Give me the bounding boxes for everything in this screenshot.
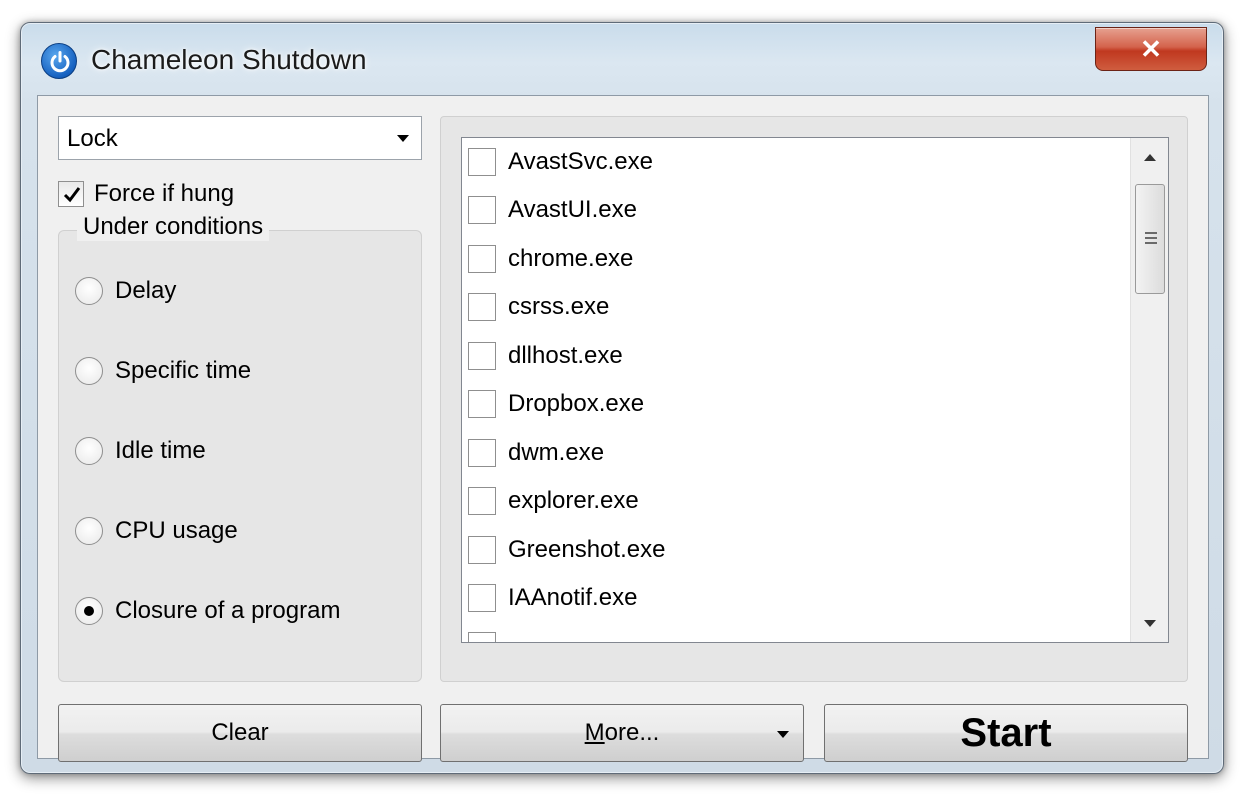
start-button[interactable]: Start bbox=[824, 704, 1188, 762]
more-mnemonic: M bbox=[584, 719, 605, 746]
conditions-group-legend: Under conditions bbox=[77, 213, 270, 241]
list-item[interactable]: chrome.exe bbox=[468, 239, 633, 279]
radio-button[interactable] bbox=[75, 277, 103, 305]
radio-label: Idle time bbox=[115, 437, 206, 464]
radio-cpu-usage[interactable]: CPU usage bbox=[75, 513, 238, 549]
list-item-label: Dropbox.exe bbox=[508, 390, 645, 417]
list-item-checkbox[interactable] bbox=[468, 148, 496, 176]
list-item[interactable]: AvastUI.exe bbox=[468, 190, 637, 230]
radio-button[interactable] bbox=[75, 437, 103, 465]
client-area: Lock Force if hung Under conditions Dela… bbox=[37, 95, 1209, 762]
list-item[interactable]: csrss.exe bbox=[468, 287, 609, 327]
app-window: Chameleon Shutdown ✕ Lock Force if hung … bbox=[20, 22, 1224, 774]
more-button-label: More... bbox=[585, 719, 660, 747]
force-if-hung-checkbox[interactable]: Force if hung bbox=[58, 176, 234, 212]
conditions-group: Under conditions Delay Specific time Idl… bbox=[58, 213, 422, 682]
list-item-label: AvastSvc.exe bbox=[508, 148, 653, 175]
list-item[interactable]: Dropbox.exe bbox=[468, 384, 644, 424]
process-list[interactable]: AvastSvc.exe AvastUI.exe chrome.exe csrs… bbox=[461, 137, 1169, 643]
clear-button-label: Clear bbox=[211, 719, 269, 746]
list-item-checkbox[interactable] bbox=[468, 632, 496, 642]
list-item[interactable]: IAAnotif.exe bbox=[468, 578, 637, 618]
list-item-label: AvastUI.exe bbox=[508, 196, 637, 223]
power-icon bbox=[41, 43, 77, 79]
chevron-down-icon bbox=[777, 731, 789, 738]
more-button[interactable]: More... bbox=[440, 704, 804, 762]
more-label-rest: ore... bbox=[604, 719, 660, 746]
list-item-partial[interactable] bbox=[468, 626, 508, 642]
close-icon: ✕ bbox=[1140, 33, 1162, 64]
list-item-checkbox[interactable] bbox=[468, 196, 496, 224]
list-item-label: dllhost.exe bbox=[508, 342, 623, 369]
list-item-checkbox[interactable] bbox=[468, 293, 496, 321]
checkbox-box[interactable] bbox=[58, 181, 84, 207]
radio-label: Closure of a program bbox=[115, 597, 341, 624]
scrollbar-thumb[interactable] bbox=[1135, 184, 1165, 294]
radio-delay[interactable]: Delay bbox=[75, 273, 176, 309]
start-button-label: Start bbox=[960, 710, 1052, 755]
force-if-hung-label: Force if hung bbox=[94, 180, 235, 207]
list-item-label: Greenshot.exe bbox=[508, 536, 666, 563]
clear-button[interactable]: Clear bbox=[58, 704, 422, 762]
close-button[interactable]: ✕ bbox=[1095, 27, 1207, 71]
scroll-down-arrow-icon[interactable] bbox=[1131, 602, 1168, 642]
list-item[interactable]: dwm.exe bbox=[468, 433, 604, 473]
list-scrollbar[interactable] bbox=[1130, 138, 1168, 642]
list-item[interactable]: Greenshot.exe bbox=[468, 530, 665, 570]
action-dropdown-value: Lock bbox=[67, 125, 118, 152]
list-item-label: IAAnotif.exe bbox=[508, 584, 638, 611]
chevron-down-icon bbox=[397, 135, 409, 142]
radio-closure-of-program[interactable]: Closure of a program bbox=[75, 593, 340, 629]
radio-label: Specific time bbox=[115, 357, 252, 384]
list-item-checkbox[interactable] bbox=[468, 584, 496, 612]
process-list-frame: AvastSvc.exe AvastUI.exe chrome.exe csrs… bbox=[440, 116, 1188, 682]
list-item-label: chrome.exe bbox=[508, 245, 634, 272]
list-item-checkbox[interactable] bbox=[468, 390, 496, 418]
list-item[interactable]: dllhost.exe bbox=[468, 336, 623, 376]
window-title: Chameleon Shutdown bbox=[91, 44, 367, 75]
list-item-checkbox[interactable] bbox=[468, 439, 496, 467]
radio-label: CPU usage bbox=[115, 517, 238, 544]
grip-icon bbox=[1145, 232, 1157, 246]
list-item-label: explorer.exe bbox=[508, 487, 639, 514]
list-item-checkbox[interactable] bbox=[468, 536, 496, 564]
radio-button[interactable] bbox=[75, 357, 103, 385]
radio-button[interactable] bbox=[75, 597, 103, 625]
list-item[interactable]: AvastSvc.exe bbox=[468, 142, 653, 182]
list-item-checkbox[interactable] bbox=[468, 487, 496, 515]
list-item-label: csrss.exe bbox=[508, 293, 610, 320]
scroll-up-arrow-icon[interactable] bbox=[1131, 138, 1168, 178]
radio-button[interactable] bbox=[75, 517, 103, 545]
list-item-label: dwm.exe bbox=[508, 439, 605, 466]
radio-specific-time[interactable]: Specific time bbox=[75, 353, 251, 389]
checkmark-icon bbox=[63, 187, 81, 203]
radio-idle-time[interactable]: Idle time bbox=[75, 433, 206, 469]
list-item-checkbox[interactable] bbox=[468, 342, 496, 370]
list-item-checkbox[interactable] bbox=[468, 245, 496, 273]
list-item[interactable]: explorer.exe bbox=[468, 481, 639, 521]
action-dropdown[interactable]: Lock bbox=[58, 116, 422, 160]
radio-label: Delay bbox=[115, 277, 177, 304]
